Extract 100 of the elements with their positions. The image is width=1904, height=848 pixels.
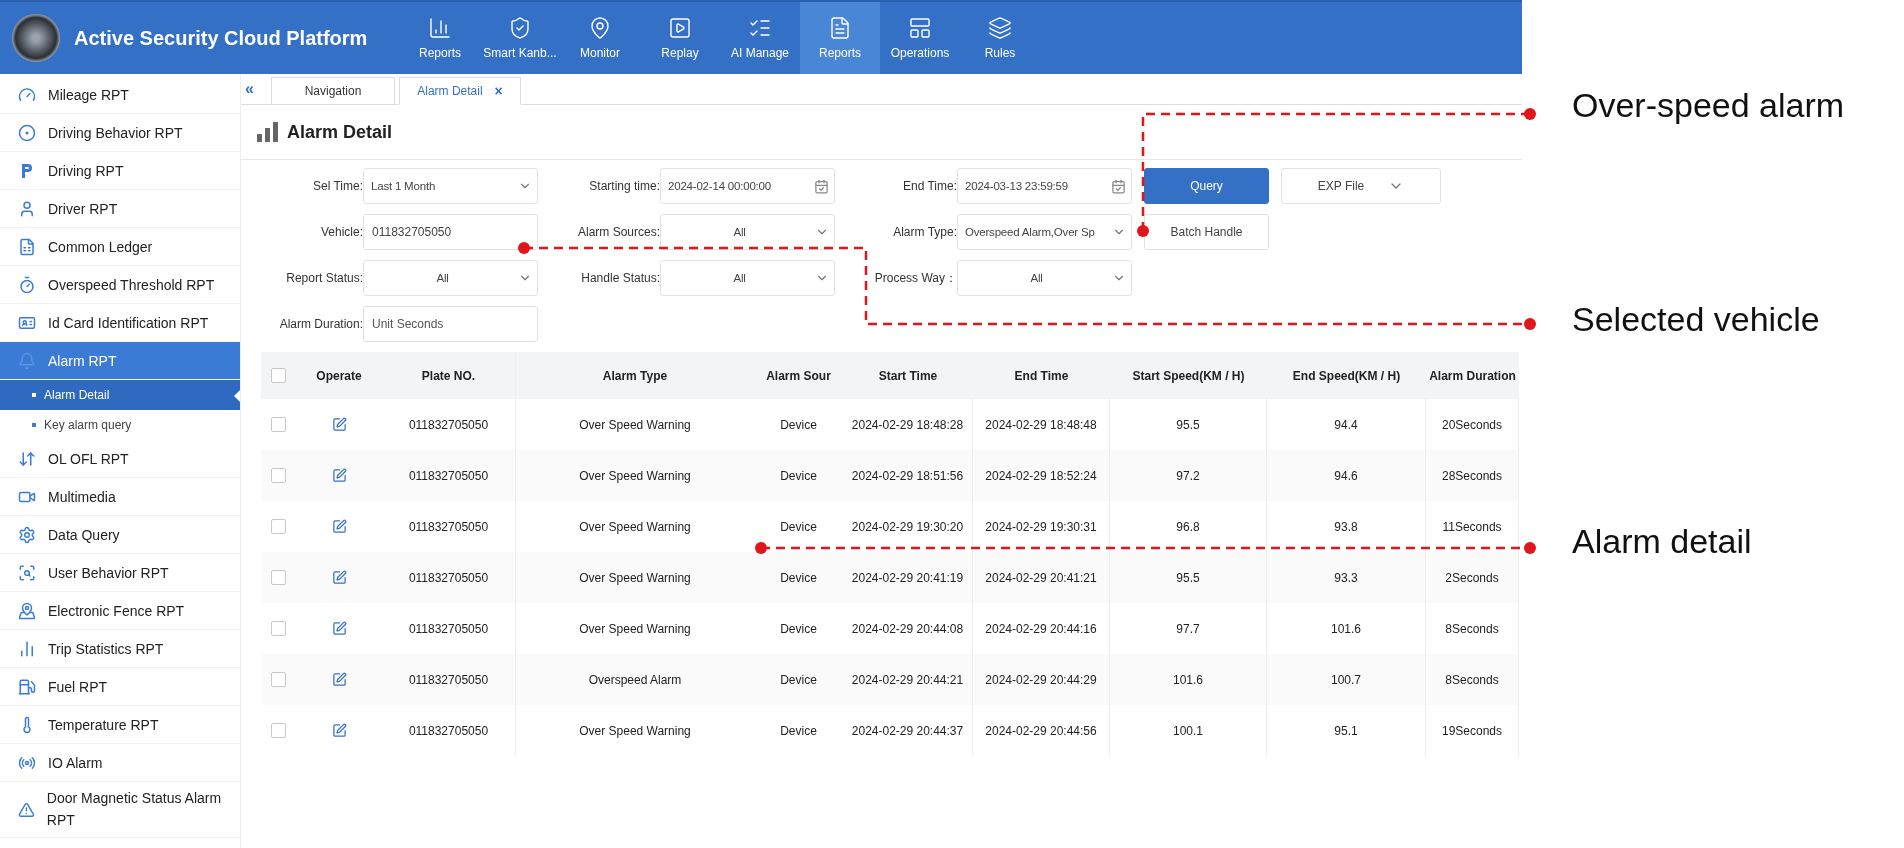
action-button[interactable]: Query [1144, 168, 1269, 204]
nav-item[interactable]: Operations [880, 2, 960, 74]
app-title: Active Security Cloud Platform [74, 26, 369, 50]
table-cell: 100.1 [1110, 705, 1267, 756]
map-pin-icon [18, 601, 36, 620]
select-field[interactable]: All [363, 260, 538, 296]
checkbox[interactable] [271, 672, 286, 687]
column-header: End Time [1013, 367, 1070, 385]
table-cell: 011832705050 [382, 705, 516, 756]
date-field[interactable]: 2024-02-14 00:00:00 [660, 168, 835, 204]
column-header: Operate [315, 367, 363, 385]
table-cell-text: Device [779, 620, 818, 638]
checkbox[interactable] [271, 417, 286, 432]
edit-icon[interactable] [331, 723, 347, 738]
user-icon [18, 199, 36, 218]
table-cell: 95.1 [1267, 705, 1426, 756]
action-button[interactable]: Batch Handle [1144, 214, 1269, 250]
nav-item[interactable]: Monitor [560, 2, 640, 74]
table-cell-text: Over Speed Warning [578, 722, 692, 740]
checkbox[interactable] [271, 368, 286, 383]
sidebar-item[interactable]: Alarm RPT [0, 342, 240, 380]
select-value: Last 1 Month [371, 180, 437, 192]
checkbox[interactable] [271, 519, 286, 534]
tab[interactable]: Navigation [271, 77, 395, 105]
column-header: End Speed(KM / H) [1291, 367, 1402, 385]
table-cell: 2024-02-29 20:44:56 [973, 705, 1110, 756]
table-cell-text: Over Speed Warning [578, 416, 692, 434]
field-label: End Time: [901, 179, 957, 193]
field-label: Starting time: [588, 179, 660, 193]
edit-icon[interactable] [331, 417, 347, 432]
edit-icon[interactable] [331, 468, 347, 483]
edit-icon[interactable] [331, 672, 347, 687]
table-cell-text: Over Speed Warning [578, 467, 692, 485]
annotation-label: Over-speed alarm [1572, 86, 1845, 125]
field-label: Alarm Duration: [278, 317, 363, 331]
column-header: Start Speed(KM / H) [1131, 367, 1246, 385]
select-field[interactable]: All [660, 260, 835, 296]
table-cell-text: Device [779, 722, 818, 740]
table-cell-text: Over Speed Warning [578, 518, 692, 536]
collapse-button[interactable]: « [245, 80, 267, 98]
edit-icon[interactable] [331, 519, 347, 534]
close-button[interactable]: × [494, 83, 503, 99]
field-label: Report Status: [285, 271, 363, 285]
calendar-icon [814, 178, 829, 194]
gauge-icon [18, 85, 36, 104]
checkbox[interactable] [271, 621, 286, 636]
sidebar-subitem[interactable]: Alarm Detail [0, 380, 240, 410]
select-value: All [732, 272, 747, 284]
annotation-label: Selected vehicle [1572, 300, 1820, 339]
tab[interactable]: Alarm Detail × [399, 77, 521, 105]
bar-chart-icon [18, 639, 36, 658]
nav-item[interactable]: Rules [960, 2, 1040, 74]
field-label: Alarm Type: [892, 225, 957, 239]
fuel-icon [18, 677, 36, 696]
search-icon [18, 563, 36, 582]
ledger-icon [18, 237, 36, 256]
logo [12, 14, 60, 62]
text-field[interactable]: Unit Seconds [363, 306, 538, 342]
bar-chart-icon [428, 16, 452, 40]
date-field[interactable]: 2024-03-13 23:59:59 [957, 168, 1132, 204]
select-field[interactable]: All [957, 260, 1132, 296]
edit-icon[interactable] [331, 621, 347, 636]
field-label: Sel Time: [312, 179, 363, 193]
layers-icon [988, 16, 1012, 40]
field-label: Process Way： [873, 269, 957, 287]
calendar-icon [1111, 178, 1126, 194]
sidebar-item[interactable]: Door Magnetic Status Alarm RPT [0, 782, 240, 839]
checkbox[interactable] [271, 468, 286, 483]
nav-item[interactable]: Smart Kanb... [480, 2, 560, 74]
table-cell-text: Device [779, 569, 818, 587]
bar-chart-icon [257, 122, 279, 142]
text-field[interactable]: 011832705050 [363, 214, 538, 250]
edit-icon[interactable] [331, 570, 347, 585]
nav-item[interactable]: AI Manage [720, 2, 800, 74]
table-cell-text: Device [779, 518, 818, 536]
column-header: Alarm Type [601, 367, 669, 385]
table-cell-text: Device [779, 416, 818, 434]
warning-icon [18, 800, 35, 819]
nav-item[interactable]: Replay [640, 2, 720, 74]
table-cell-text: Device [779, 671, 818, 689]
select-field[interactable]: Last 1 Month [363, 168, 538, 204]
field-label: Handle Status: [580, 271, 660, 285]
map-pin-icon [588, 16, 612, 40]
column-header: Alarm Duration [1428, 367, 1517, 385]
select-field[interactable]: Overspeed Alarm,Over Sp [957, 214, 1132, 250]
checkbox[interactable] [271, 723, 286, 738]
play-square-icon [668, 16, 692, 40]
field-label: Alarm Sources: [576, 225, 660, 239]
nav-item[interactable]: Reports [400, 2, 480, 74]
select-field[interactable]: All [660, 214, 835, 250]
arrows-icon [18, 449, 36, 468]
document-icon [828, 16, 852, 40]
nav-item[interactable]: Reports [800, 2, 880, 74]
export-dropdown[interactable]: EXP File [1281, 168, 1441, 204]
table-cell: 2024-02-29 20:44:37 [843, 705, 973, 756]
shield-icon [508, 16, 532, 40]
checkbox[interactable] [271, 570, 286, 585]
select-value: Overspeed Alarm,Over Sp [965, 226, 1096, 238]
table-cell: 19Seconds [1426, 705, 1519, 756]
field-label: Vehicle: [319, 225, 363, 239]
